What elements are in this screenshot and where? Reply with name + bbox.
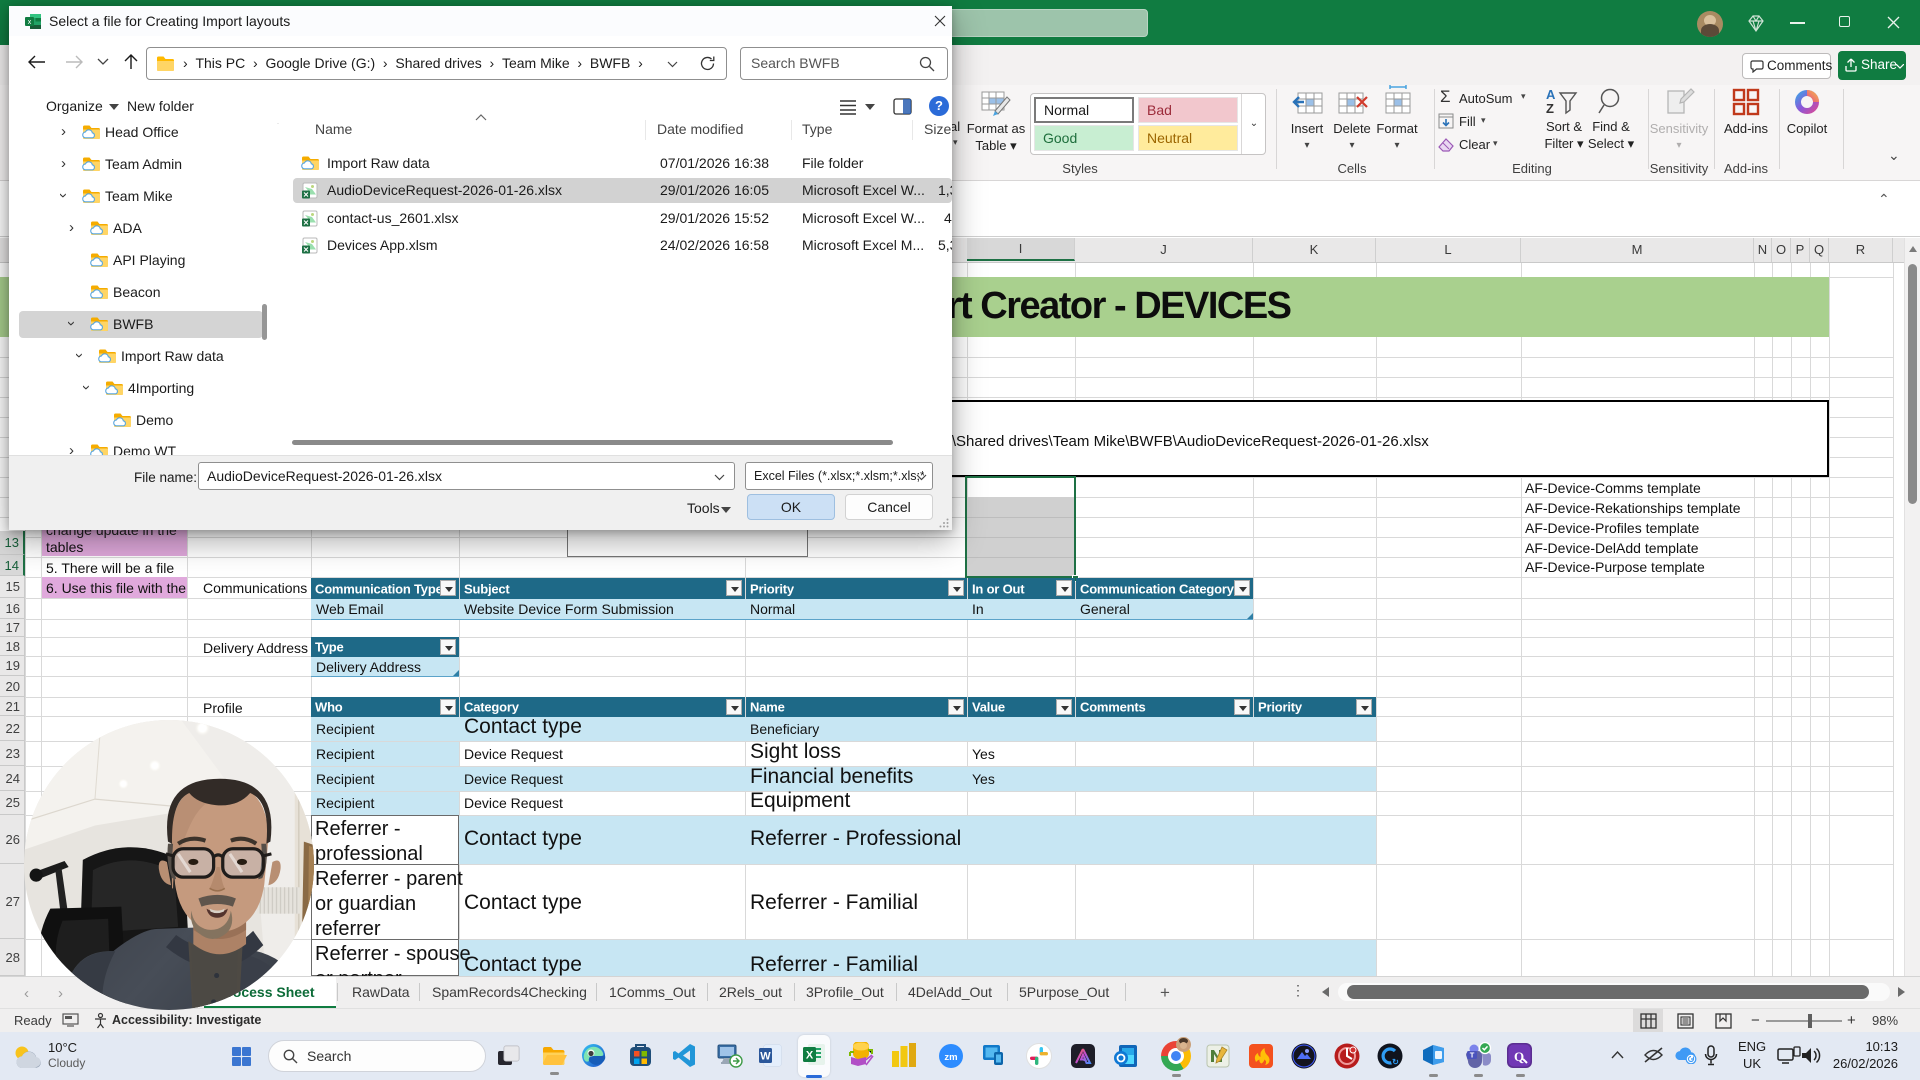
svg-text:x: x bbox=[28, 19, 32, 26]
svg-text:Q: Q bbox=[1514, 1049, 1524, 1064]
svg-text:W: W bbox=[760, 1051, 771, 1063]
svg-text:↻: ↻ bbox=[1392, 1058, 1399, 1067]
svg-text:X: X bbox=[806, 1050, 814, 1062]
svg-text:zm: zm bbox=[944, 1052, 957, 1063]
svg-text:T: T bbox=[1470, 1051, 1475, 1060]
